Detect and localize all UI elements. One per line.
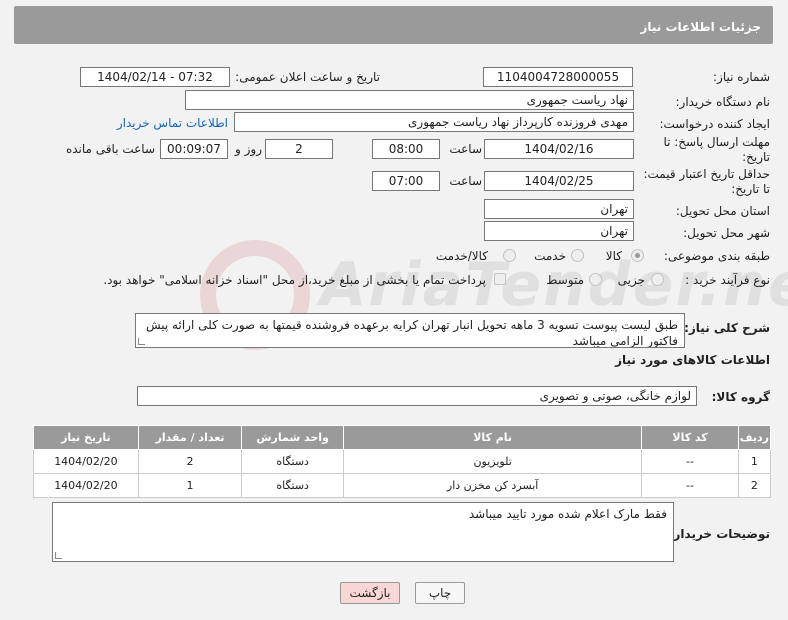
description-field: طبق لیست پیوست تسویه 3 ماهه تحویل انبار … [135, 313, 685, 348]
category-label: طبقه بندی موضوعی: [663, 249, 770, 263]
days-field: 2 [265, 139, 333, 159]
validity-time-field: 07:00 [372, 171, 440, 191]
announce-label: تاریخ و ساعت اعلان عمومی: [235, 70, 380, 84]
buyer-notes-text: فقط مارک اعلام شده مورد تایید میباشد [468, 507, 667, 521]
validity-time-label: ساعت [449, 174, 482, 188]
cell-goods-name: تلویزیون [342, 449, 643, 474]
goods-group-field: لوازم خانگی، صوتی و تصویری [137, 386, 697, 406]
cell-goods-code: -- [641, 473, 739, 498]
contact-info-link[interactable]: اطلاعات تماس خریدار [117, 116, 228, 130]
cell-goods-name: آبسرد کن مخزن دار [342, 473, 643, 498]
province-field: تهران [484, 199, 634, 219]
resize-grip-icon[interactable] [55, 552, 62, 559]
treasury-payment-note: پرداخت تمام یا بخشی از مبلغ خرید،از محل … [103, 273, 486, 287]
province-label: استان محل تحویل: [675, 204, 770, 218]
col-header-unit: واحد شمارش [241, 425, 344, 450]
print-button[interactable]: چاپ [415, 582, 465, 604]
need-number-label: شماره نیاز: [713, 70, 770, 84]
process-radio-minor[interactable] [651, 273, 664, 286]
goods-table-header: ردیف کد کالا نام کالا واحد شمارش تعداد /… [33, 425, 772, 450]
deadline-label: مهلت ارسال پاسخ: تا [663, 135, 770, 149]
category-radio-goods-service[interactable] [503, 249, 516, 262]
col-header-row-number: ردیف [737, 425, 772, 450]
announce-datetime-field: 1404/02/14 - 07:32 [80, 67, 230, 87]
col-header-quantity: تعداد / مقدار [137, 425, 243, 450]
page-title: جزئیات اطلاعات نیاز [640, 20, 761, 34]
cell-unit: دستگاه [241, 449, 344, 474]
buyer-org-label: نام دستگاه خریدار: [675, 95, 771, 109]
category-radio-service[interactable] [571, 249, 584, 262]
process-label: نوع فرآیند خرید : [685, 273, 770, 287]
buyer-notes-field: فقط مارک اعلام شده مورد تایید میباشد [52, 502, 674, 562]
col-header-goods-name: نام کالا [342, 425, 643, 450]
cell-need-date: 1404/02/20 [33, 473, 139, 498]
description-text: طبق لیست پیوست تسویه 3 ماهه تحویل انبار … [145, 318, 678, 348]
col-header-goods-code: کد کالا [641, 425, 739, 450]
process-option-medium: متوسط [546, 273, 584, 287]
city-label: شهر محل تحویل: [683, 226, 770, 240]
cell-need-date: 1404/02/20 [33, 449, 139, 474]
cell-goods-code: -- [641, 449, 739, 474]
remaining-label: ساعت باقی مانده [65, 142, 155, 156]
process-option-minor: جزیی [617, 273, 645, 287]
goods-table: ردیف کد کالا نام کالا واحد شمارش تعداد /… [33, 425, 772, 498]
deadline-time-field: 08:00 [372, 139, 440, 159]
requester-field: مهدی فروزنده کارپرداز نهاد رياست جمهوری [234, 112, 634, 132]
cell-row-number: 2 [737, 473, 772, 498]
cell-quantity: 1 [137, 473, 243, 498]
cell-quantity: 2 [137, 449, 243, 474]
requester-label: ایجاد کننده درخواست: [659, 117, 770, 131]
cell-row-number: 1 [737, 449, 772, 474]
goods-group-label: گروه کالا: [711, 390, 770, 404]
remaining-time-field: 00:09:07 [160, 139, 228, 159]
resize-grip-icon[interactable] [138, 338, 145, 345]
back-button[interactable]: بازگشت [340, 582, 400, 604]
col-header-need-date: تاریخ نیاز [33, 425, 139, 450]
validity-date-field: 1404/02/25 [484, 171, 634, 191]
table-row: 2 -- آبسرد کن مخزن دار دستگاه 1 1404/02/… [33, 473, 772, 498]
days-label: روز و [235, 142, 262, 156]
cell-unit: دستگاه [241, 473, 344, 498]
treasury-payment-checkbox[interactable] [494, 273, 506, 285]
category-option-service: خدمت [534, 249, 566, 263]
process-radio-medium[interactable] [589, 273, 602, 286]
deadline-date-field: 1404/02/16 [484, 139, 634, 159]
need-number-field: 1104004728000055 [483, 67, 633, 87]
deadline-label-date: تاریخ: [742, 150, 770, 164]
category-option-goods-service: کالا/خدمت [435, 249, 488, 263]
category-radio-goods[interactable] [631, 249, 644, 262]
buyer-notes-label: توضیحات خریدار: [668, 527, 770, 541]
deadline-time-label: ساعت [449, 142, 482, 156]
city-field: تهران [484, 221, 634, 241]
page-header: جزئیات اطلاعات نیاز [14, 6, 773, 44]
description-label: شرح کلی نیاز: [684, 321, 770, 335]
validity-label: حداقل تاریخ اعتبار قیمت: [643, 167, 770, 181]
table-row: 1 -- تلویزیون دستگاه 2 1404/02/20 [33, 449, 772, 474]
goods-info-title: اطلاعات کالاهای مورد نیاز [615, 353, 770, 367]
validity-label-date: تا تاریخ: [731, 182, 770, 196]
category-option-goods: کالا [605, 249, 622, 263]
buyer-org-field: نهاد رياست جمهوری [185, 90, 634, 110]
